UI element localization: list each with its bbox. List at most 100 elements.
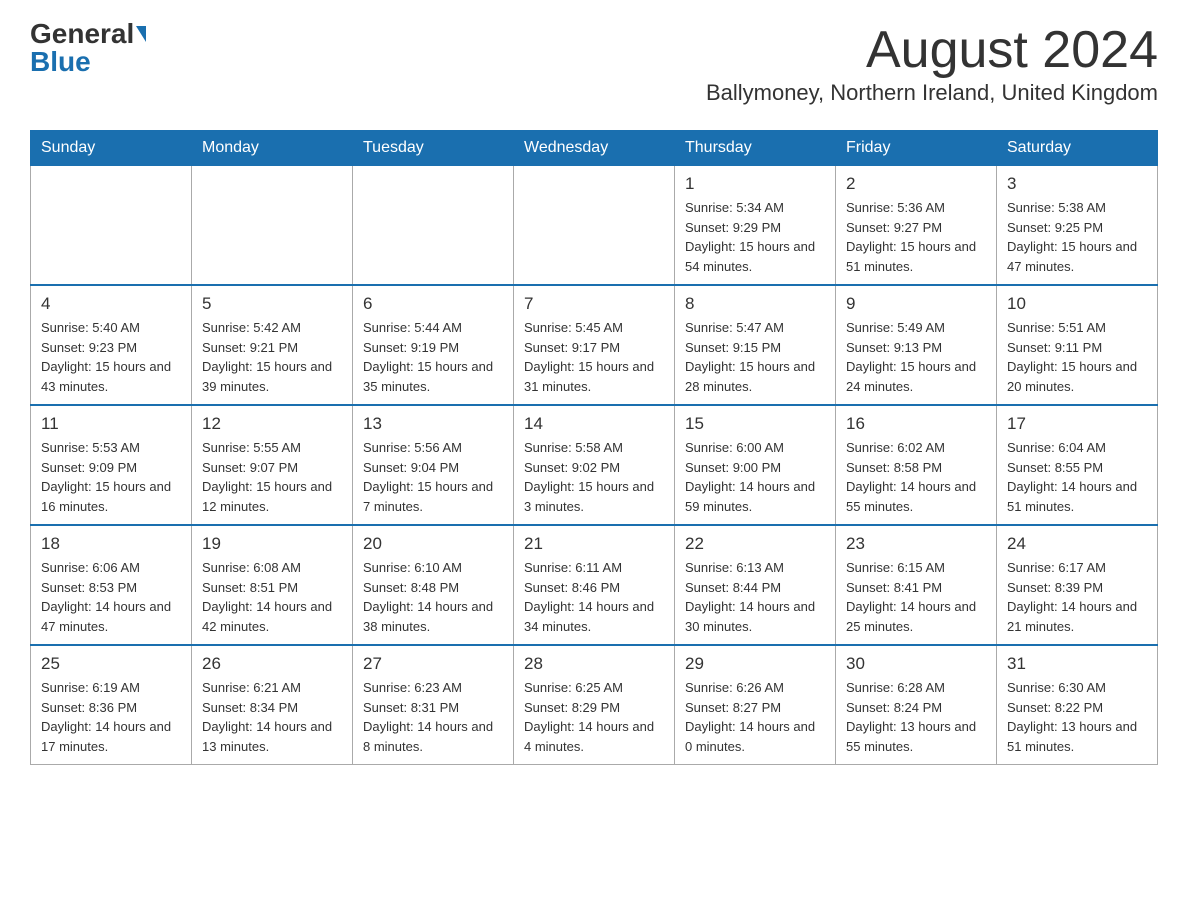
day-number: 27	[363, 654, 503, 674]
title-block: August 2024 Ballymoney, Northern Ireland…	[706, 20, 1158, 120]
calendar-header-row: SundayMondayTuesdayWednesdayThursdayFrid…	[31, 131, 1158, 166]
calendar-cell	[514, 166, 675, 286]
calendar-cell: 26 Sunrise: 6:21 AMSunset: 8:34 PMDayligh…	[192, 645, 353, 765]
day-number: 10	[1007, 294, 1147, 314]
weekday-header-saturday: Saturday	[997, 131, 1158, 166]
calendar-cell: 29 Sunrise: 6:26 AMSunset: 8:27 PMDayligh…	[675, 645, 836, 765]
day-info: Sunrise: 5:45 AMSunset: 9:17 PMDaylight:…	[524, 318, 664, 396]
day-info: Sunrise: 6:02 AMSunset: 8:58 PMDaylight:…	[846, 438, 986, 516]
calendar-cell: 3Sunrise: 5:38 AMSunset: 9:25 PMDaylight…	[997, 166, 1158, 286]
day-info: Sunrise: 5:55 AMSunset: 9:07 PMDaylight:…	[202, 438, 342, 516]
day-number: 29	[685, 654, 825, 674]
calendar-cell: 23 Sunrise: 6:15 AMSunset: 8:41 PMDayligh…	[836, 525, 997, 645]
calendar-cell: 11 Sunrise: 5:53 AMSunset: 9:09 PMDayligh…	[31, 405, 192, 525]
day-info: Sunrise: 6:26 AMSunset: 8:27 PMDaylight:…	[685, 678, 825, 756]
day-number: 12	[202, 414, 342, 434]
calendar-week-row: 11 Sunrise: 5:53 AMSunset: 9:09 PMDayligh…	[31, 405, 1158, 525]
calendar-cell: 9 Sunrise: 5:49 AMSunset: 9:13 PMDaylight…	[836, 285, 997, 405]
weekday-header-wednesday: Wednesday	[514, 131, 675, 166]
day-info: Sunrise: 6:15 AMSunset: 8:41 PMDaylight:…	[846, 558, 986, 636]
day-number: 20	[363, 534, 503, 554]
day-number: 17	[1007, 414, 1147, 434]
day-info: Sunrise: 6:19 AMSunset: 8:36 PMDaylight:…	[41, 678, 181, 756]
calendar-cell: 21Sunrise: 6:11 AMSunset: 8:46 PMDayligh…	[514, 525, 675, 645]
calendar-cell: 6 Sunrise: 5:44 AMSunset: 9:19 PMDaylight…	[353, 285, 514, 405]
day-info: Sunrise: 5:44 AMSunset: 9:19 PMDaylight:…	[363, 318, 503, 396]
day-info: Sunrise: 6:23 AMSunset: 8:31 PMDaylight:…	[363, 678, 503, 756]
logo: General Blue	[30, 20, 146, 76]
calendar-cell: 2Sunrise: 5:36 AMSunset: 9:27 PMDaylight…	[836, 166, 997, 286]
logo-triangle-icon	[136, 26, 146, 42]
calendar-table: SundayMondayTuesdayWednesdayThursdayFrid…	[30, 130, 1158, 765]
day-info: Sunrise: 5:51 AMSunset: 9:11 PMDaylight:…	[1007, 318, 1147, 396]
calendar-cell: 7Sunrise: 5:45 AMSunset: 9:17 PMDaylight…	[514, 285, 675, 405]
calendar-week-row: 1 Sunrise: 5:34 AMSunset: 9:29 PMDaylight…	[31, 166, 1158, 286]
calendar-cell	[192, 166, 353, 286]
calendar-cell	[353, 166, 514, 286]
day-info: Sunrise: 5:49 AMSunset: 9:13 PMDaylight:…	[846, 318, 986, 396]
calendar-week-row: 18 Sunrise: 6:06 AMSunset: 8:53 PMDayligh…	[31, 525, 1158, 645]
weekday-header-tuesday: Tuesday	[353, 131, 514, 166]
day-info: Sunrise: 5:58 AMSunset: 9:02 PMDaylight:…	[524, 438, 664, 516]
day-info: Sunrise: 5:53 AMSunset: 9:09 PMDaylight:…	[41, 438, 181, 516]
day-number: 6	[363, 294, 503, 314]
day-number: 28	[524, 654, 664, 674]
day-number: 14	[524, 414, 664, 434]
day-number: 13	[363, 414, 503, 434]
calendar-cell: 1 Sunrise: 5:34 AMSunset: 9:29 PMDaylight…	[675, 166, 836, 286]
calendar-cell: 5Sunrise: 5:42 AMSunset: 9:21 PMDaylight…	[192, 285, 353, 405]
day-number: 5	[202, 294, 342, 314]
month-title: August 2024	[706, 20, 1158, 80]
day-info: Sunrise: 5:40 AMSunset: 9:23 PMDaylight:…	[41, 318, 181, 396]
day-number: 23	[846, 534, 986, 554]
day-info: Sunrise: 6:10 AMSunset: 8:48 PMDaylight:…	[363, 558, 503, 636]
day-number: 26	[202, 654, 342, 674]
day-number: 25	[41, 654, 181, 674]
calendar-cell: 10 Sunrise: 5:51 AMSunset: 9:11 PMDayligh…	[997, 285, 1158, 405]
calendar-cell: 31 Sunrise: 6:30 AMSunset: 8:22 PMDayligh…	[997, 645, 1158, 765]
day-info: Sunrise: 6:06 AMSunset: 8:53 PMDaylight:…	[41, 558, 181, 636]
calendar-week-row: 4 Sunrise: 5:40 AMSunset: 9:23 PMDaylight…	[31, 285, 1158, 405]
day-number: 11	[41, 414, 181, 434]
day-info: Sunrise: 6:28 AMSunset: 8:24 PMDaylight:…	[846, 678, 986, 756]
page-header: General Blue August 2024 Ballymoney, Nor…	[30, 20, 1158, 120]
day-number: 9	[846, 294, 986, 314]
calendar-cell: 8Sunrise: 5:47 AMSunset: 9:15 PMDaylight…	[675, 285, 836, 405]
day-info: Sunrise: 6:21 AMSunset: 8:34 PMDaylight:…	[202, 678, 342, 756]
calendar-cell: 25 Sunrise: 6:19 AMSunset: 8:36 PMDayligh…	[31, 645, 192, 765]
day-number: 16	[846, 414, 986, 434]
day-number: 31	[1007, 654, 1147, 674]
day-info: Sunrise: 6:04 AMSunset: 8:55 PMDaylight:…	[1007, 438, 1147, 516]
day-info: Sunrise: 5:56 AMSunset: 9:04 PMDaylight:…	[363, 438, 503, 516]
calendar-cell	[31, 166, 192, 286]
day-info: Sunrise: 6:30 AMSunset: 8:22 PMDaylight:…	[1007, 678, 1147, 756]
calendar-cell: 15Sunrise: 6:00 AMSunset: 9:00 PMDayligh…	[675, 405, 836, 525]
calendar-cell: 19 Sunrise: 6:08 AMSunset: 8:51 PMDayligh…	[192, 525, 353, 645]
calendar-cell: 14 Sunrise: 5:58 AMSunset: 9:02 PMDayligh…	[514, 405, 675, 525]
day-number: 3	[1007, 174, 1147, 194]
calendar-cell: 28Sunrise: 6:25 AMSunset: 8:29 PMDayligh…	[514, 645, 675, 765]
day-number: 19	[202, 534, 342, 554]
location-title: Ballymoney, Northern Ireland, United Kin…	[706, 80, 1158, 106]
day-info: Sunrise: 6:08 AMSunset: 8:51 PMDaylight:…	[202, 558, 342, 636]
weekday-header-monday: Monday	[192, 131, 353, 166]
day-info: Sunrise: 5:36 AMSunset: 9:27 PMDaylight:…	[846, 198, 986, 276]
day-number: 4	[41, 294, 181, 314]
calendar-cell: 12 Sunrise: 5:55 AMSunset: 9:07 PMDayligh…	[192, 405, 353, 525]
day-info: Sunrise: 6:11 AMSunset: 8:46 PMDaylight:…	[524, 558, 664, 636]
calendar-cell: 13 Sunrise: 5:56 AMSunset: 9:04 PMDayligh…	[353, 405, 514, 525]
logo-blue-text: Blue	[30, 48, 91, 76]
day-number: 30	[846, 654, 986, 674]
calendar-cell: 16 Sunrise: 6:02 AMSunset: 8:58 PMDayligh…	[836, 405, 997, 525]
calendar-cell: 4 Sunrise: 5:40 AMSunset: 9:23 PMDaylight…	[31, 285, 192, 405]
calendar-cell: 17 Sunrise: 6:04 AMSunset: 8:55 PMDayligh…	[997, 405, 1158, 525]
weekday-header-thursday: Thursday	[675, 131, 836, 166]
day-number: 24	[1007, 534, 1147, 554]
day-info: Sunrise: 6:17 AMSunset: 8:39 PMDaylight:…	[1007, 558, 1147, 636]
calendar-week-row: 25 Sunrise: 6:19 AMSunset: 8:36 PMDayligh…	[31, 645, 1158, 765]
calendar-cell: 30 Sunrise: 6:28 AMSunset: 8:24 PMDayligh…	[836, 645, 997, 765]
logo-general-text: General	[30, 20, 134, 48]
day-info: Sunrise: 5:34 AMSunset: 9:29 PMDaylight:…	[685, 198, 825, 276]
day-number: 18	[41, 534, 181, 554]
day-number: 1	[685, 174, 825, 194]
